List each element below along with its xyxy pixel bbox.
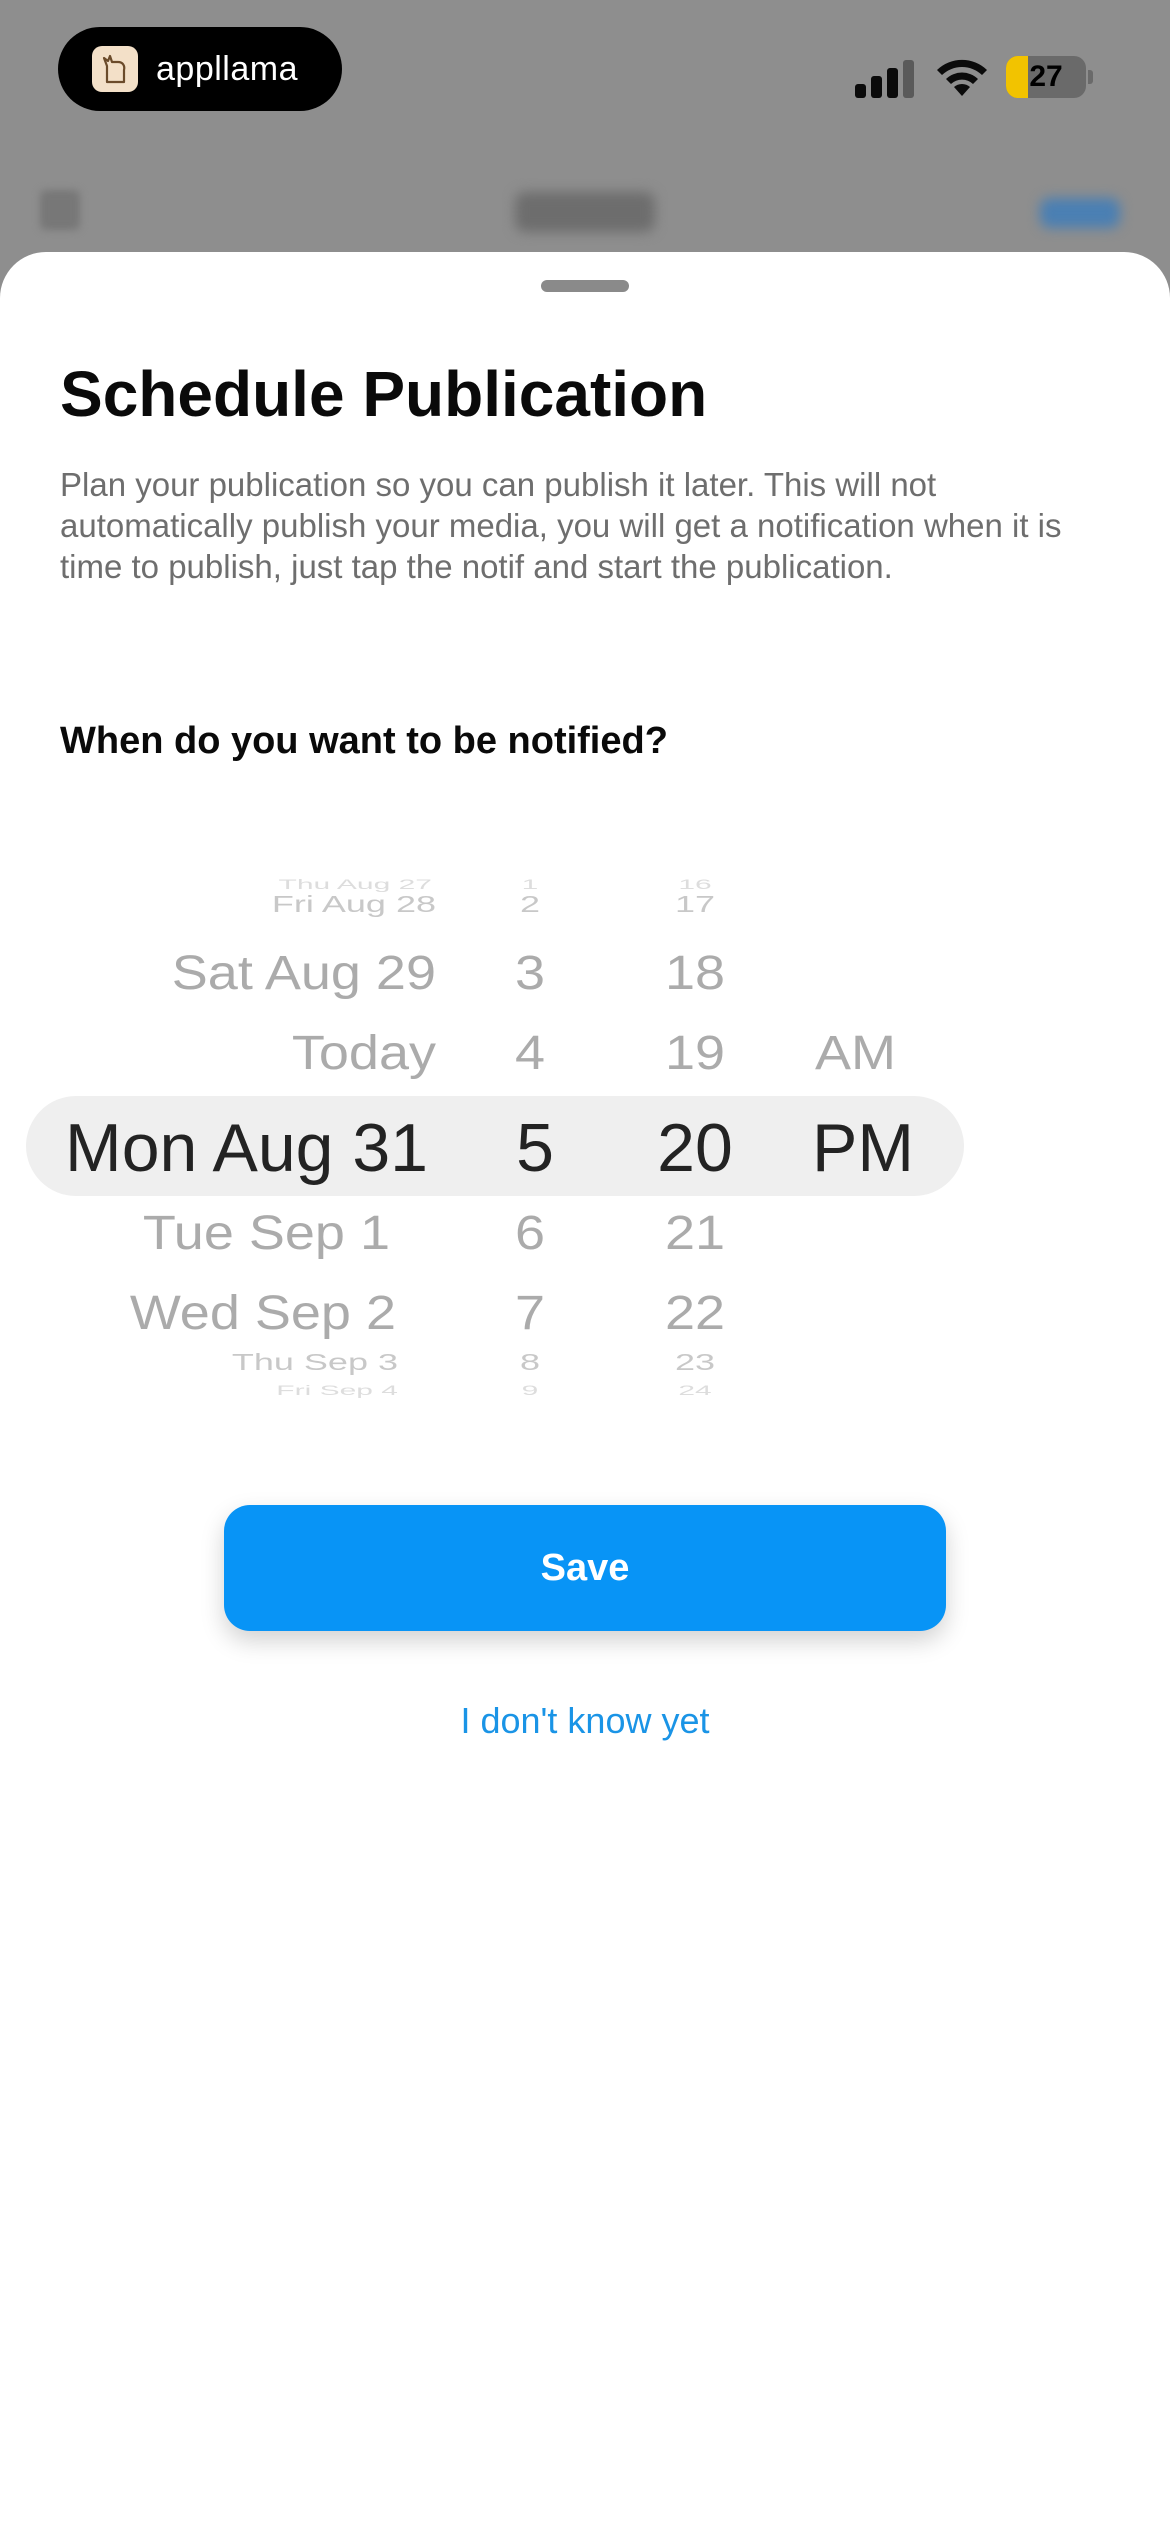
sheet-description: Plan your publication so you can publish…	[60, 466, 1062, 585]
date-option[interactable]: Thu Sep 3	[232, 1350, 398, 1373]
minute-option[interactable]: 22	[635, 1289, 755, 1338]
background-action	[1040, 198, 1120, 228]
hour-option[interactable]: 4	[490, 1029, 570, 1078]
back-chevron-icon	[40, 190, 80, 230]
period-option-selected[interactable]: PM	[812, 1114, 914, 1182]
date-time-picker[interactable]: Thu Aug 27 Fri Aug 28 Sat Aug 29 Today M…	[0, 862, 1170, 1402]
period-option[interactable]: AM	[815, 1029, 896, 1078]
date-option[interactable]: Wed Sep 2	[130, 1289, 396, 1338]
cellular-signal-icon	[855, 60, 915, 98]
date-option[interactable]: Tue Sep 1	[143, 1209, 390, 1258]
hour-option[interactable]: 8	[490, 1350, 570, 1373]
hour-option[interactable]: 2	[490, 892, 570, 915]
background-title	[515, 192, 655, 232]
date-option[interactable]: Fri Aug 28	[272, 892, 436, 915]
minute-option[interactable]: 17	[635, 892, 755, 915]
app-badge-label: appllama	[156, 49, 298, 88]
status-bar: appllama 27	[0, 0, 1170, 150]
wifi-icon	[937, 59, 987, 96]
minute-option[interactable]: 24	[635, 1384, 755, 1398]
schedule-sheet: Schedule Publication Plan your publicati…	[0, 252, 1170, 2532]
battery-icon: 27	[1006, 56, 1086, 98]
hour-option[interactable]: 6	[490, 1209, 570, 1258]
date-option[interactable]: Sat Aug 29	[172, 949, 436, 998]
minute-option[interactable]: 21	[635, 1209, 755, 1258]
background-nav-bar	[0, 150, 1170, 260]
minute-option[interactable]: 23	[635, 1350, 755, 1373]
hour-option-selected[interactable]: 5	[495, 1114, 575, 1182]
battery-level: 27	[1029, 60, 1063, 93]
app-logo-icon	[92, 46, 138, 92]
notification-question: When do you want to be notified?	[60, 720, 668, 762]
save-button[interactable]: Save	[224, 1505, 946, 1631]
screen: appllama 27 Schedule Publication Plan yo…	[0, 0, 1170, 2532]
hour-option[interactable]: 9	[490, 1384, 570, 1398]
date-option[interactable]: Fri Sep 4	[276, 1384, 398, 1398]
sheet-title: Schedule Publication	[60, 358, 708, 430]
sheet-grabber[interactable]	[541, 280, 629, 292]
date-option-selected[interactable]: Mon Aug 31	[65, 1114, 428, 1182]
minute-option[interactable]: 18	[635, 949, 755, 998]
dont-know-yet-link[interactable]: I don't know yet	[0, 1700, 1170, 1742]
app-badge[interactable]: appllama	[58, 27, 342, 111]
minute-option-selected[interactable]: 20	[635, 1114, 755, 1182]
hour-option[interactable]: 7	[490, 1289, 570, 1338]
date-option[interactable]: Today	[292, 1029, 436, 1078]
hour-option[interactable]: 3	[490, 949, 570, 998]
battery-nub	[1088, 70, 1093, 84]
minute-option[interactable]: 19	[635, 1029, 755, 1078]
